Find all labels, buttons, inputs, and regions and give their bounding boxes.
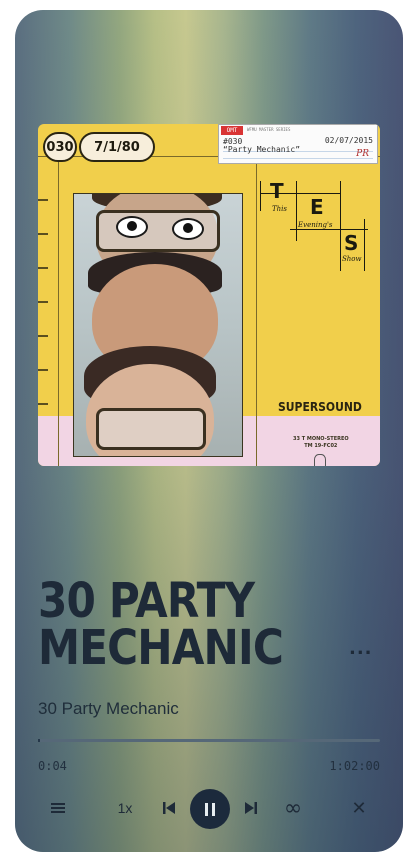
progress-fill [38,739,41,742]
loop-icon[interactable]: ∞ [279,794,307,822]
queue-button[interactable] [42,792,74,824]
show-logo-word-this: This [272,205,288,213]
track-title: 30 PARTY MECHANIC [38,573,284,676]
label-card-signature: PR [356,149,369,159]
track-subtitle: 30 Party Mechanic [38,699,179,718]
pause-button[interactable] [190,789,230,829]
progress-bar[interactable] [38,739,380,742]
stereo-icon [314,454,326,466]
show-logo-letter-t: T [270,179,284,203]
album-photo [73,193,243,457]
show-logo-letter-s: S [344,231,359,255]
album-art-divider [256,152,257,466]
total-time: 1:02:00 [329,759,380,773]
label-card-brand-sub: WFMU MASTER SERIES [247,127,291,132]
show-logo-letter-e: E [310,195,324,219]
show-logo-word-evenings: Evening's [298,221,333,229]
player-screen: 030 7/1/80 OMT WFMU MASTER SERIES #030 0… [15,10,403,852]
show-logo-line [296,181,297,241]
stereo-line: 33 T MONO-STEREO [293,436,349,442]
show-logo-line [364,219,365,271]
skip-previous-icon [163,802,175,814]
album-art: 030 7/1/80 OMT WFMU MASTER SERIES #030 0… [38,124,380,466]
label-card-logo: OMT [221,126,243,135]
label-card-date: 02/07/2015 [324,136,373,145]
album-art-divider [58,152,59,466]
close-icon[interactable]: ✕ [343,794,375,822]
show-logo-line [260,181,261,211]
googly-eye [116,216,148,238]
episode-date-badge: 7/1/80 [79,132,155,162]
more-options-button[interactable]: ... [349,638,373,659]
episode-number-badge: 030 [43,132,77,162]
next-button[interactable] [237,794,265,822]
skip-next-icon [245,802,257,814]
label-card: OMT WFMU MASTER SERIES #030 02/07/2015 “… [218,124,378,164]
album-brand: SUPERSOUND [278,400,362,414]
elapsed-time: 0:04 [38,759,67,773]
album-art-ruler [38,199,50,437]
photo-glasses [96,408,206,450]
album-stereo-info: 33 T MONO-STEREO TM 19-FC02 [293,436,349,450]
pause-icon [203,802,217,816]
show-logo-word-show: Show [342,255,362,263]
stereo-line: TM 19-FC02 [304,443,338,449]
show-logo: T E S This Evening's Show [260,179,370,281]
queue-icon [51,801,65,815]
show-logo-line [340,181,341,271]
playback-speed-button[interactable]: 1x [110,794,140,822]
previous-button[interactable] [155,794,183,822]
googly-eye [172,218,204,240]
label-card-title: “Party Mechanic” [223,145,301,154]
show-logo-line [290,229,368,230]
